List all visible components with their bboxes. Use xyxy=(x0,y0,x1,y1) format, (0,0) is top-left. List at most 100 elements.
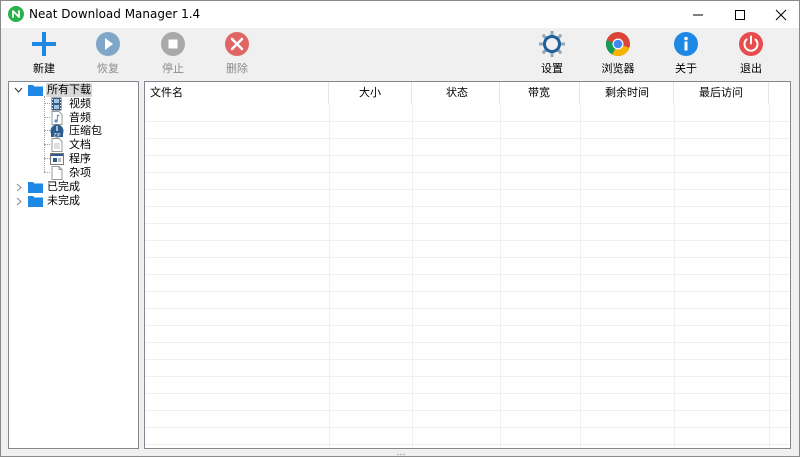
minimize-button[interactable] xyxy=(681,1,715,28)
chevron-right-icon xyxy=(16,197,22,206)
grid-line xyxy=(145,342,790,343)
tree-item-audio[interactable]: 音频 xyxy=(45,111,125,125)
maximize-button[interactable] xyxy=(723,1,757,28)
grid-line xyxy=(145,427,790,428)
grid-line xyxy=(145,138,790,139)
tree-item-archive[interactable]: ZIP 压缩包 xyxy=(45,124,125,138)
about-button[interactable]: 关于 xyxy=(658,30,714,78)
grid-line xyxy=(329,104,330,448)
grid-line xyxy=(500,104,501,448)
grid-line xyxy=(145,444,790,445)
column-header-label: 最后访问 xyxy=(699,86,743,99)
chevron-down-icon xyxy=(14,87,23,93)
grid-line xyxy=(769,104,770,448)
settings-label: 设置 xyxy=(541,62,563,75)
resume-button[interactable]: 恢复 xyxy=(80,30,136,78)
tree-item-label: 已完成 xyxy=(47,180,80,193)
tree-item-documents[interactable]: 文档 xyxy=(45,138,125,152)
grid-line xyxy=(145,410,790,411)
about-label: 关于 xyxy=(675,62,697,75)
delete-x-icon xyxy=(223,30,251,58)
browser-label: 浏览器 xyxy=(601,62,635,75)
grid-line xyxy=(145,359,790,360)
column-header-last-access[interactable]: 最后访问 xyxy=(674,82,769,104)
grid-line xyxy=(145,257,790,258)
category-tree: 所有下载 视频 音频 ZIP 压缩包 文档 程序 杂项 已完成 未完成 xyxy=(8,81,139,449)
program-window-icon xyxy=(50,153,64,165)
tree-item-all-downloads[interactable]: 所有下载 xyxy=(12,83,132,97)
tree-item-label: 程序 xyxy=(69,152,91,165)
tree-item-label: 压缩包 xyxy=(69,124,102,137)
grid-line xyxy=(674,104,675,448)
column-header-status[interactable]: 状态 xyxy=(412,82,500,104)
plus-icon xyxy=(30,30,58,58)
column-header-label: 文件名 xyxy=(150,86,183,99)
minimize-icon xyxy=(693,14,703,15)
stop-label: 停止 xyxy=(162,62,184,75)
title-bar[interactable]: Neat Download Manager 1.4 xyxy=(1,1,799,28)
stop-button[interactable]: 停止 xyxy=(145,30,201,78)
grid-line xyxy=(580,104,581,448)
folder-icon xyxy=(28,85,43,96)
close-icon xyxy=(775,9,787,20)
window-title: Neat Download Manager 1.4 xyxy=(29,7,201,21)
app-window: Neat Download Manager 1.4 新建 恢复 停止 删除 设置… xyxy=(0,0,800,457)
tree-item-incomplete[interactable]: 未完成 xyxy=(12,194,112,208)
folder-icon xyxy=(28,196,43,207)
browser-button[interactable]: 浏览器 xyxy=(590,30,646,78)
tree-item-label: 所有下载 xyxy=(46,83,92,97)
grid-line xyxy=(145,308,790,309)
grid-line xyxy=(412,104,413,448)
new-download-button[interactable]: 新建 xyxy=(16,30,72,78)
gear-icon xyxy=(538,30,566,58)
tree-item-misc[interactable]: 杂项 xyxy=(45,166,125,180)
chrome-icon xyxy=(604,30,632,58)
document-icon xyxy=(51,138,63,152)
column-header-label: 大小 xyxy=(359,86,381,99)
grid-line xyxy=(145,121,790,122)
column-header-bandwidth[interactable]: 带宽 xyxy=(500,82,580,104)
chevron-right-icon xyxy=(16,183,22,192)
delete-label: 删除 xyxy=(226,62,248,75)
tree-item-programs[interactable]: 程序 xyxy=(45,152,125,166)
stop-icon xyxy=(159,30,187,58)
grid-line xyxy=(145,172,790,173)
tree-item-label: 杂项 xyxy=(69,166,91,179)
tree-item-label: 音频 xyxy=(69,111,91,124)
grid-line xyxy=(145,376,790,377)
blank-file-icon xyxy=(51,166,63,180)
column-header-time-left[interactable]: 剩余时间 xyxy=(580,82,674,104)
delete-button[interactable]: 删除 xyxy=(209,30,265,78)
exit-button[interactable]: 退出 xyxy=(723,30,779,78)
column-header-size[interactable]: 大小 xyxy=(329,82,412,104)
splitter-grip-icon[interactable] xyxy=(396,453,406,456)
column-header-label: 剩余时间 xyxy=(605,86,649,99)
grid-line xyxy=(145,325,790,326)
column-header-filename[interactable]: 文件名 xyxy=(145,82,329,104)
folder-icon xyxy=(28,182,43,193)
tree-item-completed[interactable]: 已完成 xyxy=(12,180,112,194)
tree-item-label: 视频 xyxy=(69,97,91,110)
play-icon xyxy=(94,30,122,58)
settings-button[interactable]: 设置 xyxy=(524,30,580,78)
toolbar: 新建 恢复 停止 删除 设置 浏览器 关于 退出 xyxy=(1,28,799,80)
new-label: 新建 xyxy=(33,62,55,75)
grid-line xyxy=(145,393,790,394)
grid-line xyxy=(145,206,790,207)
close-button[interactable] xyxy=(764,1,798,28)
info-icon xyxy=(672,30,700,58)
download-list: 文件名 大小 状态 带宽 剩余时间 最后访问 xyxy=(144,81,791,449)
zip-icon: ZIP xyxy=(50,124,64,138)
grid-line xyxy=(145,223,790,224)
grid-line xyxy=(145,240,790,241)
app-logo-icon xyxy=(8,6,24,22)
tree-item-video[interactable]: 视频 xyxy=(45,97,125,111)
column-header-label: 状态 xyxy=(446,86,468,99)
resume-label: 恢复 xyxy=(97,62,119,75)
list-header: 文件名 大小 状态 带宽 剩余时间 最后访问 xyxy=(145,82,790,104)
maximize-icon xyxy=(735,9,745,20)
tree-item-label: 未完成 xyxy=(47,194,80,207)
grid-line xyxy=(145,291,790,292)
grid-line xyxy=(145,189,790,190)
music-note-icon xyxy=(51,111,63,125)
